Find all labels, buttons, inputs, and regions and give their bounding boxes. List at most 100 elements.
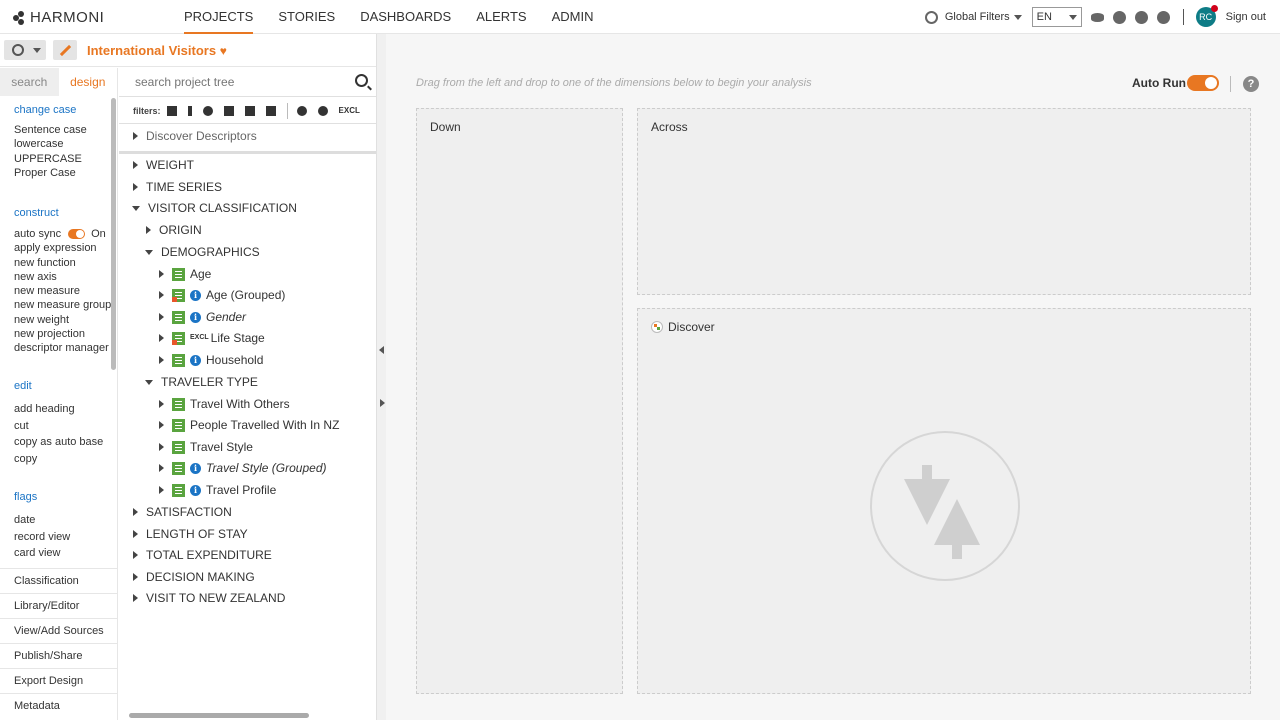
expand-arrow-icon[interactable] [133,132,138,140]
info-icon[interactable]: i [190,354,201,366]
nav-admin[interactable]: ADMIN [552,0,594,34]
expand-arrow-icon[interactable] [133,161,138,169]
column-filter-icon[interactable] [187,105,192,116]
publish-share-link[interactable]: Publish/Share [0,643,117,668]
sign-out-link[interactable]: Sign out [1226,11,1266,23]
eye-icon[interactable] [1090,12,1104,22]
expand-arrow-icon[interactable] [133,508,138,516]
new-projection-item[interactable]: new projection [14,327,111,341]
expand-arrow-icon[interactable] [133,530,138,538]
down-drop-zone[interactable]: Down [416,108,623,694]
tree-row-people-travelled[interactable]: People Travelled With In NZ [159,415,339,435]
globe-icon[interactable] [924,10,938,24]
nav-projects[interactable]: PROJECTS [184,0,254,34]
tree-row-length-of-stay[interactable]: LENGTH OF STAY [133,524,248,544]
collapse-arrow-icon[interactable] [132,205,140,211]
tree-row-travel-style[interactable]: Travel Style [159,437,253,457]
expand-arrow-icon[interactable] [159,291,164,299]
folder-filter-icon[interactable] [244,105,255,116]
nav-stories[interactable]: STORIES [278,0,335,34]
drag-divider[interactable] [119,151,376,154]
info-icon[interactable]: i [190,484,201,496]
sentence-case-item[interactable]: Sentence case [14,123,87,137]
tree-row-total-expenditure[interactable]: TOTAL EXPENDITURE [133,545,272,565]
nav-dashboards[interactable]: DASHBOARDS [360,0,451,34]
copy-as-auto-base-item[interactable]: copy as auto base [14,434,103,451]
location-filter-icon[interactable] [202,105,213,116]
auto-sync-toggle[interactable] [68,229,86,240]
expand-arrow-icon[interactable] [133,183,138,191]
tree-row-satisfaction[interactable]: SATISFACTION [133,502,232,522]
expand-arrow-icon[interactable] [159,356,164,364]
nav-alerts[interactable]: ALERTS [476,0,526,34]
metadata-link[interactable]: Metadata [0,693,117,718]
tree-row-life-stage[interactable]: EXCL Life Stage [159,328,265,348]
expand-arrow-icon[interactable] [159,486,164,494]
tree-row-origin[interactable]: ORIGIN [146,220,202,240]
export-design-link[interactable]: Export Design [0,668,117,693]
eye-off-filter-icon[interactable] [317,105,328,116]
brain-icon[interactable] [1112,10,1126,24]
language-select[interactable]: EN [1031,7,1082,27]
view-add-sources-link[interactable]: View/Add Sources [0,618,117,643]
new-axis-item[interactable]: new axis [14,270,111,284]
sidebar-scrollbar[interactable] [111,98,116,370]
expand-arrow-icon[interactable] [159,400,164,408]
expand-arrow-icon[interactable] [159,443,164,451]
tree-row-discover-descriptors[interactable]: Discover Descriptors [133,126,257,146]
favorite-heart-icon[interactable]: ♥ [220,44,227,58]
new-function-item[interactable]: new function [14,256,111,270]
expand-arrow-icon[interactable] [133,573,138,581]
tab-design[interactable]: design [59,68,118,96]
tree-row-decision-making[interactable]: DECISION MAKING [133,567,255,587]
expand-arrow-icon[interactable] [133,594,138,602]
tag-filter-icon[interactable] [265,105,276,116]
expand-arrow-icon[interactable] [146,226,151,234]
tree-row-gender[interactable]: i Gender [159,307,246,327]
lowercase-item[interactable]: lowercase [14,137,87,151]
tree-row-household[interactable]: i Household [159,350,263,370]
tree-row-time-series[interactable]: TIME SERIES [133,177,222,197]
sort-filter-icon[interactable] [223,105,234,116]
expand-arrow-icon[interactable] [159,334,164,342]
collapse-arrow-icon[interactable] [145,249,153,255]
expand-arrow-icon[interactable] [159,464,164,472]
classification-link[interactable]: Classification [0,568,117,593]
library-editor-link[interactable]: Library/Editor [0,593,117,618]
tree-row-age[interactable]: Age [159,264,211,284]
tree-row-travel-style-grouped[interactable]: i Travel Style (Grouped) [159,458,327,478]
record-view-flag-item[interactable]: record view [14,529,70,546]
harmoni-logo[interactable]: HARMONI [13,9,104,26]
contrast-icon[interactable] [1134,10,1148,24]
copy-item[interactable]: copy [14,451,103,468]
tab-search[interactable]: search [0,68,59,96]
info-icon[interactable]: i [190,462,201,474]
info-icon[interactable]: i [190,311,201,323]
expand-arrow-icon[interactable] [133,551,138,559]
add-heading-item[interactable]: add heading [14,401,103,418]
expand-arrow-icon[interactable] [159,313,164,321]
excl-filter-button[interactable]: EXCL [339,106,360,115]
chevron-down-icon[interactable] [1013,14,1022,20]
history-button[interactable] [4,40,46,60]
new-weight-item[interactable]: new weight [14,313,111,327]
discover-drop-zone[interactable]: Discover [637,308,1251,694]
edit-project-button[interactable] [53,40,77,60]
tree-row-travel-with-others[interactable]: Travel With Others [159,394,290,414]
tree-row-visit-nz[interactable]: VISIT TO NEW ZEALAND [133,588,285,608]
tree-search-input[interactable] [135,75,345,89]
eye-filter-icon[interactable] [296,105,307,116]
panel-splitter[interactable] [376,34,386,720]
tree-row-visitor-classification[interactable]: VISITOR CLASSIFICATION [132,198,297,218]
apply-expression-item[interactable]: apply expression [14,241,111,255]
info-icon[interactable]: i [190,289,201,301]
tree-row-traveler-type[interactable]: TRAVELER TYPE [145,372,258,392]
search-icon[interactable] [355,74,368,87]
collapse-left-icon[interactable] [379,346,384,354]
help-icon[interactable]: ? [1243,76,1259,92]
new-measure-group-item[interactable]: new measure group [14,298,111,312]
cut-item[interactable]: cut [14,418,103,435]
new-measure-item[interactable]: new measure [14,284,111,298]
tree-horizontal-scrollbar[interactable] [129,713,309,718]
global-filters-button[interactable]: Global Filters [945,11,1010,23]
